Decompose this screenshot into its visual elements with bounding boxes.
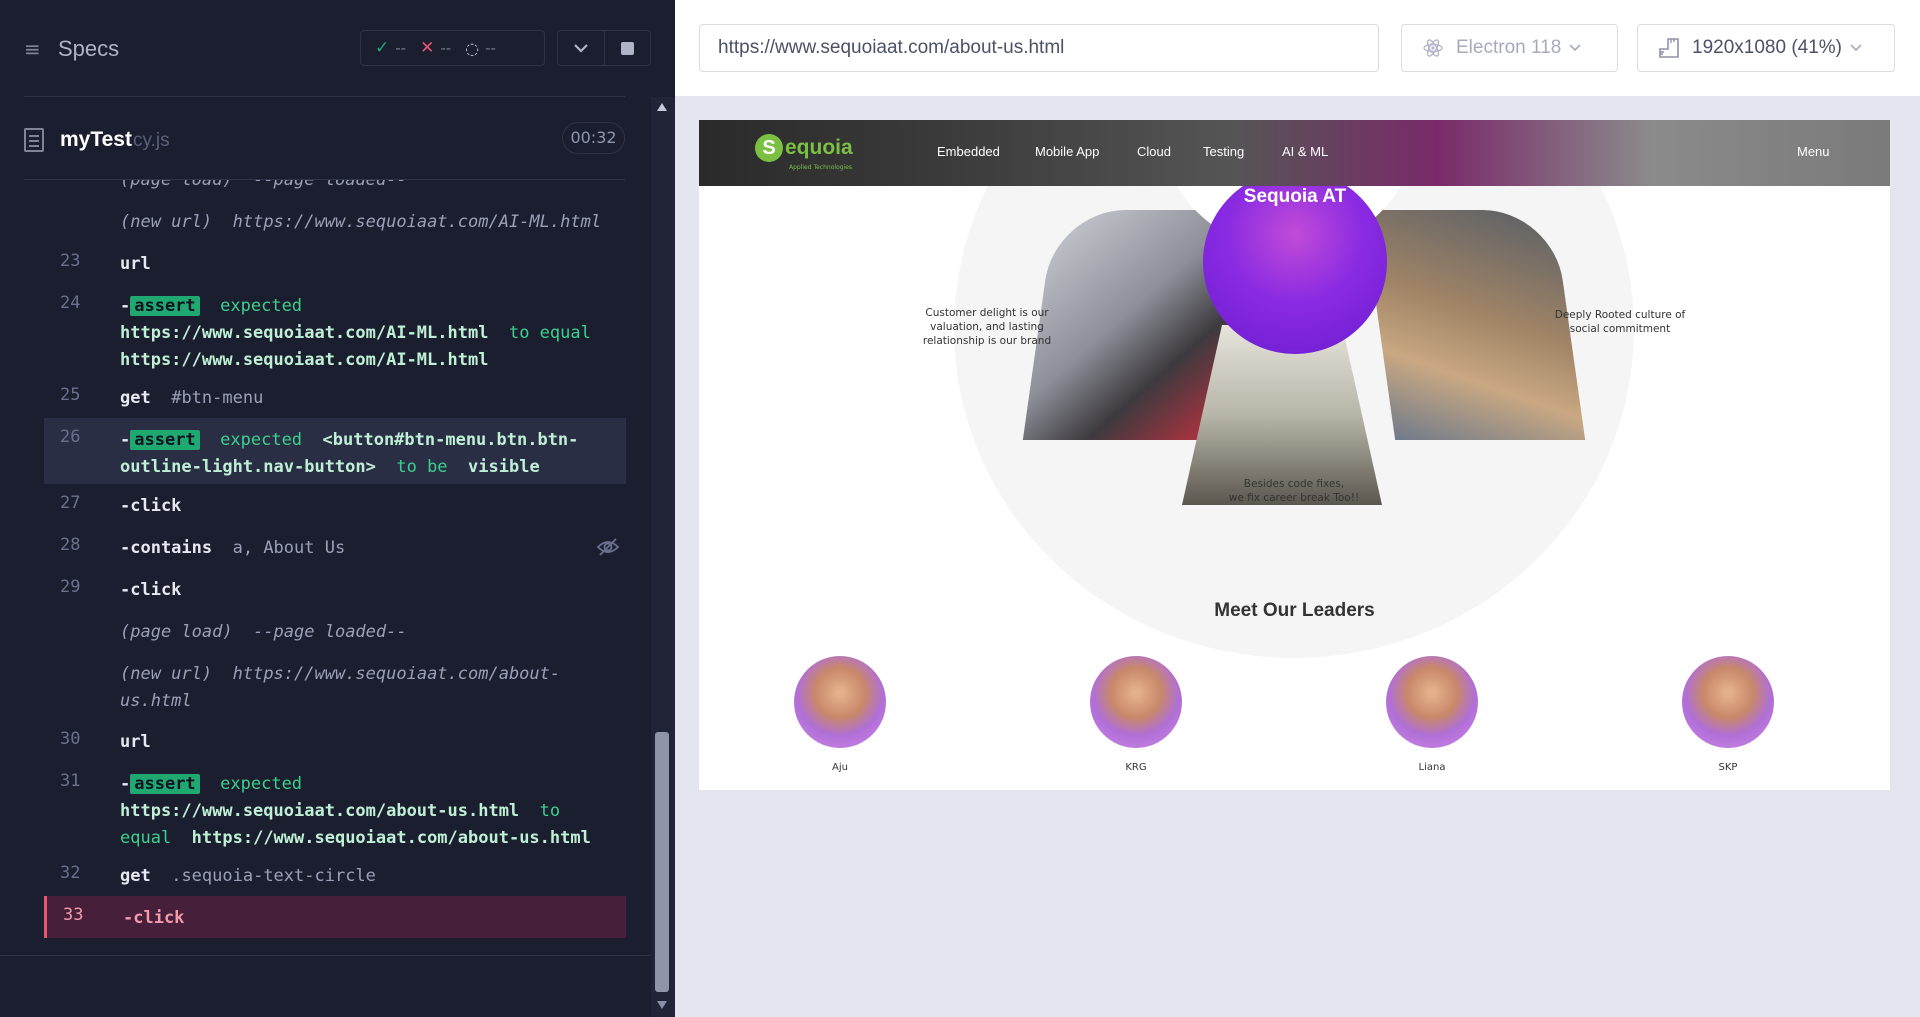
- assert-badge: assert: [130, 430, 200, 450]
- stop-button[interactable]: [603, 31, 651, 65]
- chevron-down-icon: [1569, 44, 1581, 52]
- eye-slash-icon: [596, 538, 620, 556]
- command-row-failed[interactable]: 33 -click: [44, 896, 626, 938]
- url-display[interactable]: https://www.sequoiaat.com/about-us.html: [699, 24, 1379, 72]
- aut-toolbar: https://www.sequoiaat.com/about-us.html …: [675, 0, 1920, 96]
- leader-card[interactable]: SKP: [1673, 656, 1783, 773]
- leader-card[interactable]: KRG: [1081, 656, 1191, 773]
- nav-testing[interactable]: Testing: [1203, 144, 1244, 159]
- avatar: [1090, 656, 1182, 748]
- passed-stat: ✓ --: [375, 38, 407, 58]
- collapse-button[interactable]: [558, 31, 604, 65]
- wheel-text-left: Customer delight is our valuation, and l…: [922, 307, 1052, 347]
- wheel-text-bottom: Besides code fixes, we fix career break …: [1228, 478, 1360, 504]
- wheel-text-right: Deeply Rooted culture of social commitme…: [1554, 309, 1686, 335]
- command-row[interactable]: (page load) --page loaded--: [44, 180, 626, 194]
- leader-card[interactable]: Liana: [1377, 656, 1487, 773]
- chevron-down-icon: [1850, 44, 1862, 52]
- assert-badge: assert: [130, 774, 200, 794]
- nav-ai-ml[interactable]: AI & ML: [1282, 144, 1328, 159]
- assert-badge: assert: [130, 296, 200, 316]
- logo-mark: S: [755, 134, 783, 162]
- scroll-up-icon[interactable]: [657, 103, 667, 111]
- leader-name: SKP: [1718, 762, 1738, 773]
- leader-card[interactable]: Aju: [785, 656, 895, 773]
- check-icon: ✓: [375, 38, 390, 58]
- nav-embedded[interactable]: Embedded: [937, 144, 1000, 159]
- avatar: [794, 656, 886, 748]
- logo-subtitle: Applied Technologies: [789, 164, 853, 171]
- leader-name: KRG: [1125, 762, 1147, 773]
- command-row[interactable]: 31 - assert expected https://www.sequoiaa…: [44, 762, 626, 854]
- command-log-scrollbar[interactable]: [651, 97, 675, 1017]
- command-list: (page load) --page loaded-- (new url) ht…: [44, 180, 626, 940]
- command-row[interactable]: 30 url: [44, 720, 626, 762]
- aut-iframe: Sequoia AT Customer delight is our valua…: [699, 120, 1890, 790]
- command-row[interactable]: 27 -click: [44, 484, 626, 526]
- electron-icon: [1423, 39, 1443, 57]
- command-row-active[interactable]: 26 - assert expected <button#btn-menu.btn…: [44, 418, 626, 484]
- command-row[interactable]: 28 -contains a, About Us: [44, 526, 626, 568]
- nav-cloud[interactable]: Cloud: [1137, 144, 1171, 159]
- stop-icon: [620, 41, 634, 55]
- command-row[interactable]: 25 get #btn-menu: [44, 376, 626, 418]
- command-row[interactable]: 29 -click: [44, 568, 626, 610]
- specs-menu-icon[interactable]: ≡: [24, 38, 46, 60]
- command-row[interactable]: 23 url: [44, 242, 626, 284]
- avatar: [1386, 656, 1478, 748]
- specs-title[interactable]: Specs: [58, 36, 119, 62]
- spinner-icon: ◌: [465, 38, 480, 58]
- spec-duration: 00:32: [562, 122, 625, 154]
- command-row[interactable]: (new url) https://www.sequoiaat.com/abou…: [44, 652, 626, 720]
- scroll-thumb[interactable]: [655, 732, 669, 992]
- failed-stat: ✕ --: [420, 38, 452, 58]
- divider: [0, 955, 651, 956]
- center-label: Sequoia AT: [1243, 186, 1347, 207]
- specs-header: ≡ Specs ✓ -- ✕ -- ◌ --: [0, 0, 675, 97]
- run-controls: [557, 30, 651, 66]
- avatar: [1682, 656, 1774, 748]
- spec-name: myTest: [60, 128, 132, 151]
- leader-name: Liana: [1418, 762, 1446, 773]
- sequoia-logo[interactable]: S equoia Applied Technologies: [755, 134, 853, 171]
- spec-file-row[interactable]: myTest cy.js 00:32: [0, 118, 640, 162]
- command-row[interactable]: (page load) --page loaded--: [44, 610, 626, 652]
- chevron-down-icon: [573, 44, 588, 53]
- spec-extension: cy.js: [133, 130, 170, 151]
- file-icon: [24, 128, 44, 152]
- app-under-test-panel: https://www.sequoiaat.com/about-us.html …: [675, 0, 1920, 1017]
- nav-mobile-app[interactable]: Mobile App: [1035, 144, 1099, 159]
- leaders-title: Meet Our Leaders: [1214, 600, 1375, 621]
- command-log-panel: ≡ Specs ✓ -- ✕ -- ◌ -- myTest cy.js 00:32 (…: [0, 0, 675, 1017]
- site-navbar: S equoia Applied Technologies Embedded M…: [699, 120, 1890, 186]
- scroll-down-icon[interactable]: [657, 1001, 667, 1009]
- browser-selector[interactable]: Electron 118: [1401, 24, 1618, 72]
- viewport-selector[interactable]: 1920x1080 (41%): [1637, 24, 1895, 72]
- divider: [24, 96, 625, 97]
- command-row[interactable]: 24 - assert expected https://www.sequoiaa…: [44, 284, 626, 376]
- pending-stat: ◌ --: [465, 38, 496, 58]
- ruler-icon: [1659, 38, 1679, 58]
- command-row[interactable]: 32 get .sequoia-text-circle: [44, 854, 626, 896]
- x-icon: ✕: [420, 38, 435, 58]
- leader-name: Aju: [832, 762, 848, 773]
- test-stats: ✓ -- ✕ -- ◌ --: [360, 30, 545, 66]
- command-row[interactable]: (new url) https://www.sequoiaat.com/AI-M…: [44, 200, 626, 242]
- menu-button[interactable]: Menu: [1797, 144, 1830, 159]
- logo-text: equoia: [785, 136, 853, 159]
